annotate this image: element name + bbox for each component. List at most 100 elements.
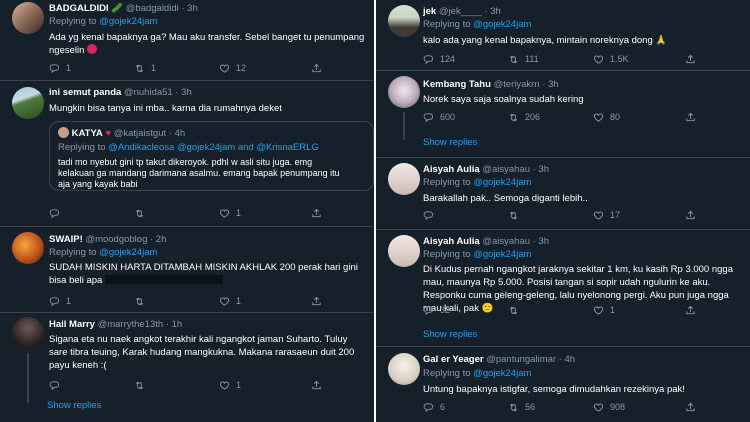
avatar[interactable] (388, 353, 420, 385)
show-replies-link[interactable]: Show replies (423, 137, 477, 148)
show-replies-link[interactable]: Show replies (47, 400, 101, 411)
display-name[interactable]: SWAIP! (49, 234, 83, 245)
username[interactable]: @jek____ (439, 6, 482, 17)
tweet-gal-er-yeager[interactable]: Gal er Yeager @pantungalimar · 4h Replyi… (376, 347, 750, 422)
tweet-jek[interactable]: jek @jek____ · 3h Replying to @gojek24ja… (376, 0, 750, 70)
share-icon (311, 208, 322, 219)
mention-link[interactable]: @gojek24jam (473, 177, 531, 188)
timestamp[interactable]: · 3h (484, 6, 500, 17)
share-button[interactable] (311, 296, 328, 307)
timestamp[interactable]: · 1h (166, 319, 182, 330)
retweet-button[interactable]: 206 (508, 112, 540, 123)
username[interactable]: @nuhida51 (124, 87, 173, 98)
retweet-button[interactable] (508, 210, 525, 221)
avatar[interactable] (388, 76, 420, 108)
tweet-actions: 1 1 (49, 296, 359, 308)
reply-button[interactable]: 124 (423, 54, 455, 65)
reply-button[interactable]: 600 (423, 112, 455, 123)
reply-button[interactable] (423, 210, 440, 221)
like-button[interactable]: 1 (219, 208, 241, 219)
share-button[interactable] (685, 305, 702, 316)
avatar[interactable] (12, 232, 44, 264)
like-button[interactable]: 12 (219, 63, 246, 74)
share-button[interactable] (311, 63, 328, 74)
display-name[interactable]: KATYA (72, 128, 103, 139)
avatar[interactable] (388, 235, 420, 267)
username[interactable]: @marrythe13th (98, 319, 164, 330)
mention-link[interactable]: @Andikacleosa @gojek24jam and @KrisnaERL… (108, 142, 319, 153)
timestamp[interactable]: · 3h (533, 236, 549, 247)
timestamp[interactable]: · 4h (169, 128, 185, 139)
like-button[interactable]: 1 (219, 296, 241, 307)
display-name[interactable]: Aisyah Aulia (423, 164, 480, 175)
username[interactable]: @katjaistgut (114, 128, 166, 139)
like-button[interactable]: 80 (593, 112, 620, 123)
like-button[interactable]: 1.5K (593, 54, 629, 65)
show-replies-link[interactable]: Show replies (423, 329, 477, 340)
timestamp[interactable]: · 3h (533, 164, 549, 175)
like-button[interactable]: 908 (593, 402, 625, 413)
share-button[interactable] (685, 402, 702, 413)
username[interactable]: @pantungalimar (486, 354, 556, 365)
reply-button[interactable]: 1 (49, 63, 71, 74)
retweet-button[interactable] (134, 296, 151, 307)
display-name[interactable]: jek (423, 6, 436, 17)
avatar[interactable] (12, 87, 44, 119)
username[interactable]: @moodgoblog (85, 234, 147, 245)
tweet-kembang-tahu[interactable]: Kembang Tahu @teriyakrn · 3h Norek saya … (376, 71, 750, 157)
share-button[interactable] (311, 208, 328, 219)
share-button[interactable] (311, 380, 328, 391)
mention-link[interactable]: @gojek24jam (99, 16, 157, 27)
timestamp[interactable]: · 3h (542, 79, 558, 90)
retweet-button[interactable]: 56 (508, 402, 535, 413)
display-name[interactable]: Aisyah Aulia (423, 236, 480, 247)
tweet-badgaldidi[interactable]: BADGALDIDI 🥒 @badgaldidi · 3h Replying t… (0, 0, 374, 80)
username[interactable]: @teriyakrn (494, 79, 540, 90)
display-name[interactable]: ini semut panda (49, 87, 121, 98)
reply-button[interactable]: 1 (49, 296, 71, 307)
display-name[interactable]: BADGALDIDI (49, 3, 109, 14)
timestamp[interactable]: · 3h (175, 87, 191, 98)
retweet-button[interactable]: 111 (508, 54, 539, 65)
share-button[interactable] (685, 210, 702, 221)
username[interactable]: @aisyahau (482, 164, 530, 175)
like-button[interactable]: 17 (593, 210, 620, 221)
reply-button[interactable] (49, 208, 66, 219)
username[interactable]: @aisyahau (482, 236, 530, 247)
timestamp[interactable]: · 3h (181, 3, 197, 14)
like-button[interactable]: 1 (593, 305, 615, 316)
retweet-button[interactable] (508, 305, 525, 316)
quoted-tweet[interactable]: KATYA ♥ @katjaistgut · 4h Replying to @A… (49, 121, 374, 191)
username[interactable]: @badgaldidi (126, 3, 179, 14)
display-name[interactable]: Gal er Yeager (423, 354, 484, 365)
mention-link[interactable]: @gojek24jam (99, 247, 157, 258)
mention-link[interactable]: @gojek24jam (473, 249, 531, 260)
avatar[interactable] (12, 317, 44, 349)
retweet-icon (134, 296, 145, 307)
tweet-aisyah-aulia[interactable]: Aisyah Aulia @aisyahau · 3h Replying to … (376, 158, 750, 229)
tweet-swaip[interactable]: SWAIP! @moodgoblog · 2h Replying to @goj… (0, 227, 374, 312)
like-button[interactable]: 1 (219, 380, 241, 391)
avatar[interactable] (388, 163, 420, 195)
tweet-hail-marry[interactable]: Hail Marry @marrythe13th · 1h Sigana eta… (0, 313, 374, 422)
avatar[interactable] (12, 2, 44, 34)
timestamp[interactable]: · 4h (559, 354, 575, 365)
reply-button[interactable]: 6 (423, 402, 445, 413)
reply-button[interactable] (49, 380, 66, 391)
reply-button[interactable]: 32 (423, 305, 450, 316)
share-button[interactable] (685, 112, 702, 123)
mention-link[interactable]: @gojek24jam (473, 368, 531, 379)
mention-link[interactable]: @gojek24jam (473, 19, 531, 30)
tweet-aisyah-aulia-2[interactable]: Aisyah Aulia @aisyahau · 3h Replying to … (376, 230, 750, 346)
display-name[interactable]: Kembang Tahu (423, 79, 491, 90)
retweet-button[interactable] (134, 208, 151, 219)
avatar[interactable] (58, 127, 69, 138)
avatar[interactable] (388, 5, 420, 37)
retweet-icon (508, 112, 519, 123)
retweet-button[interactable]: 1 (134, 63, 156, 74)
tweet-ini-semut-panda[interactable]: ini semut panda @nuhida51 · 3h Mungkin b… (0, 81, 374, 226)
timestamp[interactable]: · 2h (150, 234, 166, 245)
display-name[interactable]: Hail Marry (49, 319, 95, 330)
share-button[interactable] (685, 54, 702, 65)
retweet-button[interactable] (134, 380, 151, 391)
